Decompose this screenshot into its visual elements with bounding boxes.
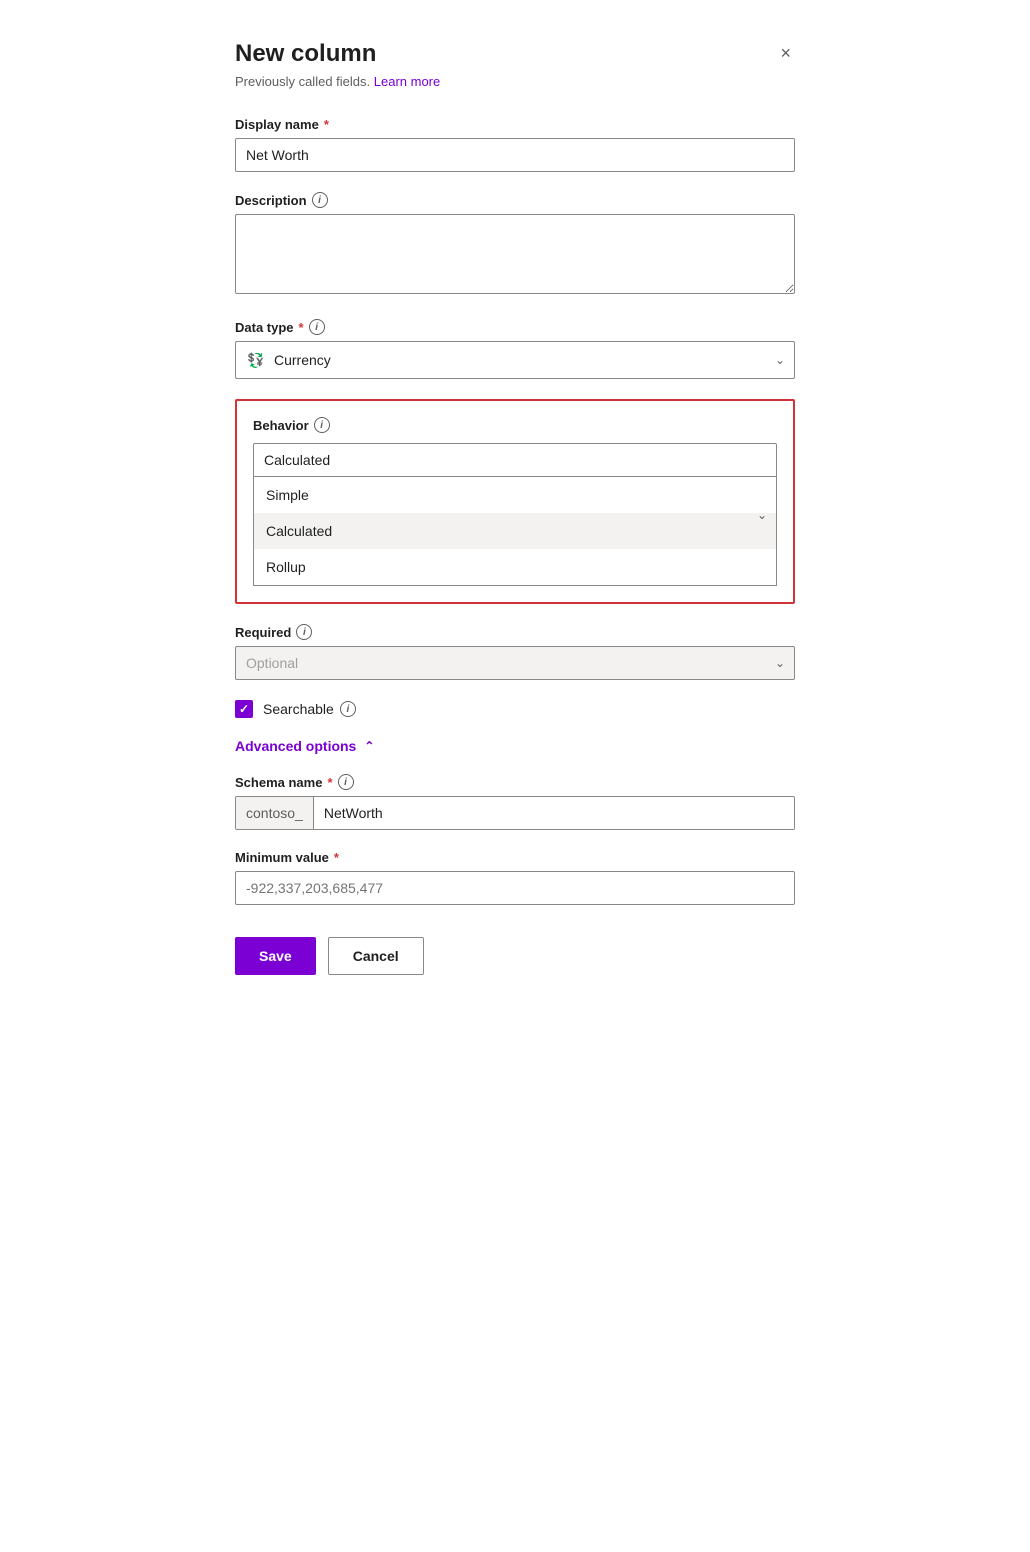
searchable-label: Searchable i xyxy=(263,701,356,717)
description-info-icon: i xyxy=(312,192,328,208)
behavior-dropdown-list: Simple Calculated Rollup xyxy=(253,477,777,586)
required-field-label: Required i xyxy=(235,624,795,640)
behavior-chevron-icon: ⌄ xyxy=(757,508,767,522)
minimum-value-label: Minimum value * xyxy=(235,850,795,865)
data-type-label: Data type * i xyxy=(235,319,795,335)
data-type-required-star: * xyxy=(299,320,304,335)
display-name-input[interactable] xyxy=(235,138,795,172)
searchable-row: ✓ Searchable i xyxy=(235,700,795,718)
data-type-select[interactable]: 💱 Currency xyxy=(235,341,795,379)
panel-subtitle: Previously called fields. Learn more xyxy=(235,74,795,89)
schema-name-group: Schema name * i contoso_ xyxy=(235,774,795,830)
advanced-options-toggle[interactable]: Advanced options ⌃ xyxy=(235,738,374,754)
footer-buttons: Save Cancel xyxy=(235,937,795,975)
schema-name-label: Schema name * i xyxy=(235,774,795,790)
minimum-value-group: Minimum value * xyxy=(235,850,795,905)
description-label: Description i xyxy=(235,192,795,208)
required-select-wrapper: Optional ⌄ xyxy=(235,646,795,680)
behavior-select-wrapper: Calculated ⌄ Simple Calculated Rollup xyxy=(253,443,777,586)
data-type-info-icon: i xyxy=(309,319,325,335)
behavior-info-icon: i xyxy=(314,417,330,433)
display-name-label: Display name * xyxy=(235,117,795,132)
searchable-checkbox[interactable]: ✓ xyxy=(235,700,253,718)
required-select[interactable]: Optional xyxy=(235,646,795,680)
data-type-group: Data type * i 💱 Currency ⌄ xyxy=(235,319,795,379)
behavior-label: Behavior i xyxy=(253,417,777,433)
required-star: * xyxy=(324,117,329,132)
behavior-option-rollup[interactable]: Rollup xyxy=(254,549,776,585)
advanced-options-chevron-icon: ⌃ xyxy=(364,739,374,753)
required-info-icon: i xyxy=(296,624,312,640)
currency-icon: 💱 xyxy=(246,350,266,370)
behavior-option-calculated[interactable]: Calculated xyxy=(254,513,776,549)
behavior-option-simple[interactable]: Simple xyxy=(254,477,776,513)
behavior-select[interactable]: Calculated ⌄ xyxy=(253,443,777,477)
behavior-section: Behavior i Calculated ⌄ Simple Calculate… xyxy=(235,399,795,604)
searchable-info-icon: i xyxy=(340,701,356,717)
schema-prefix: contoso_ xyxy=(236,797,314,829)
schema-name-info-icon: i xyxy=(338,774,354,790)
close-button[interactable]: × xyxy=(776,40,795,66)
description-group: Description i xyxy=(235,192,795,299)
data-type-select-wrapper: 💱 Currency ⌄ xyxy=(235,341,795,379)
schema-name-required-star: * xyxy=(327,775,332,790)
panel-header: New column × xyxy=(235,40,795,68)
minimum-value-input[interactable] xyxy=(235,871,795,905)
panel-title: New column xyxy=(235,40,376,68)
learn-more-link[interactable]: Learn more xyxy=(374,74,440,89)
schema-name-row: contoso_ xyxy=(235,796,795,830)
cancel-button[interactable]: Cancel xyxy=(328,937,424,975)
new-column-panel: New column × Previously called fields. L… xyxy=(235,40,795,975)
description-input[interactable] xyxy=(235,214,795,294)
minimum-value-required-star: * xyxy=(334,850,339,865)
display-name-group: Display name * xyxy=(235,117,795,172)
save-button[interactable]: Save xyxy=(235,937,316,975)
schema-name-input[interactable] xyxy=(314,797,794,829)
checkbox-checkmark: ✓ xyxy=(239,702,249,716)
required-field-group: Required i Optional ⌄ xyxy=(235,624,795,680)
